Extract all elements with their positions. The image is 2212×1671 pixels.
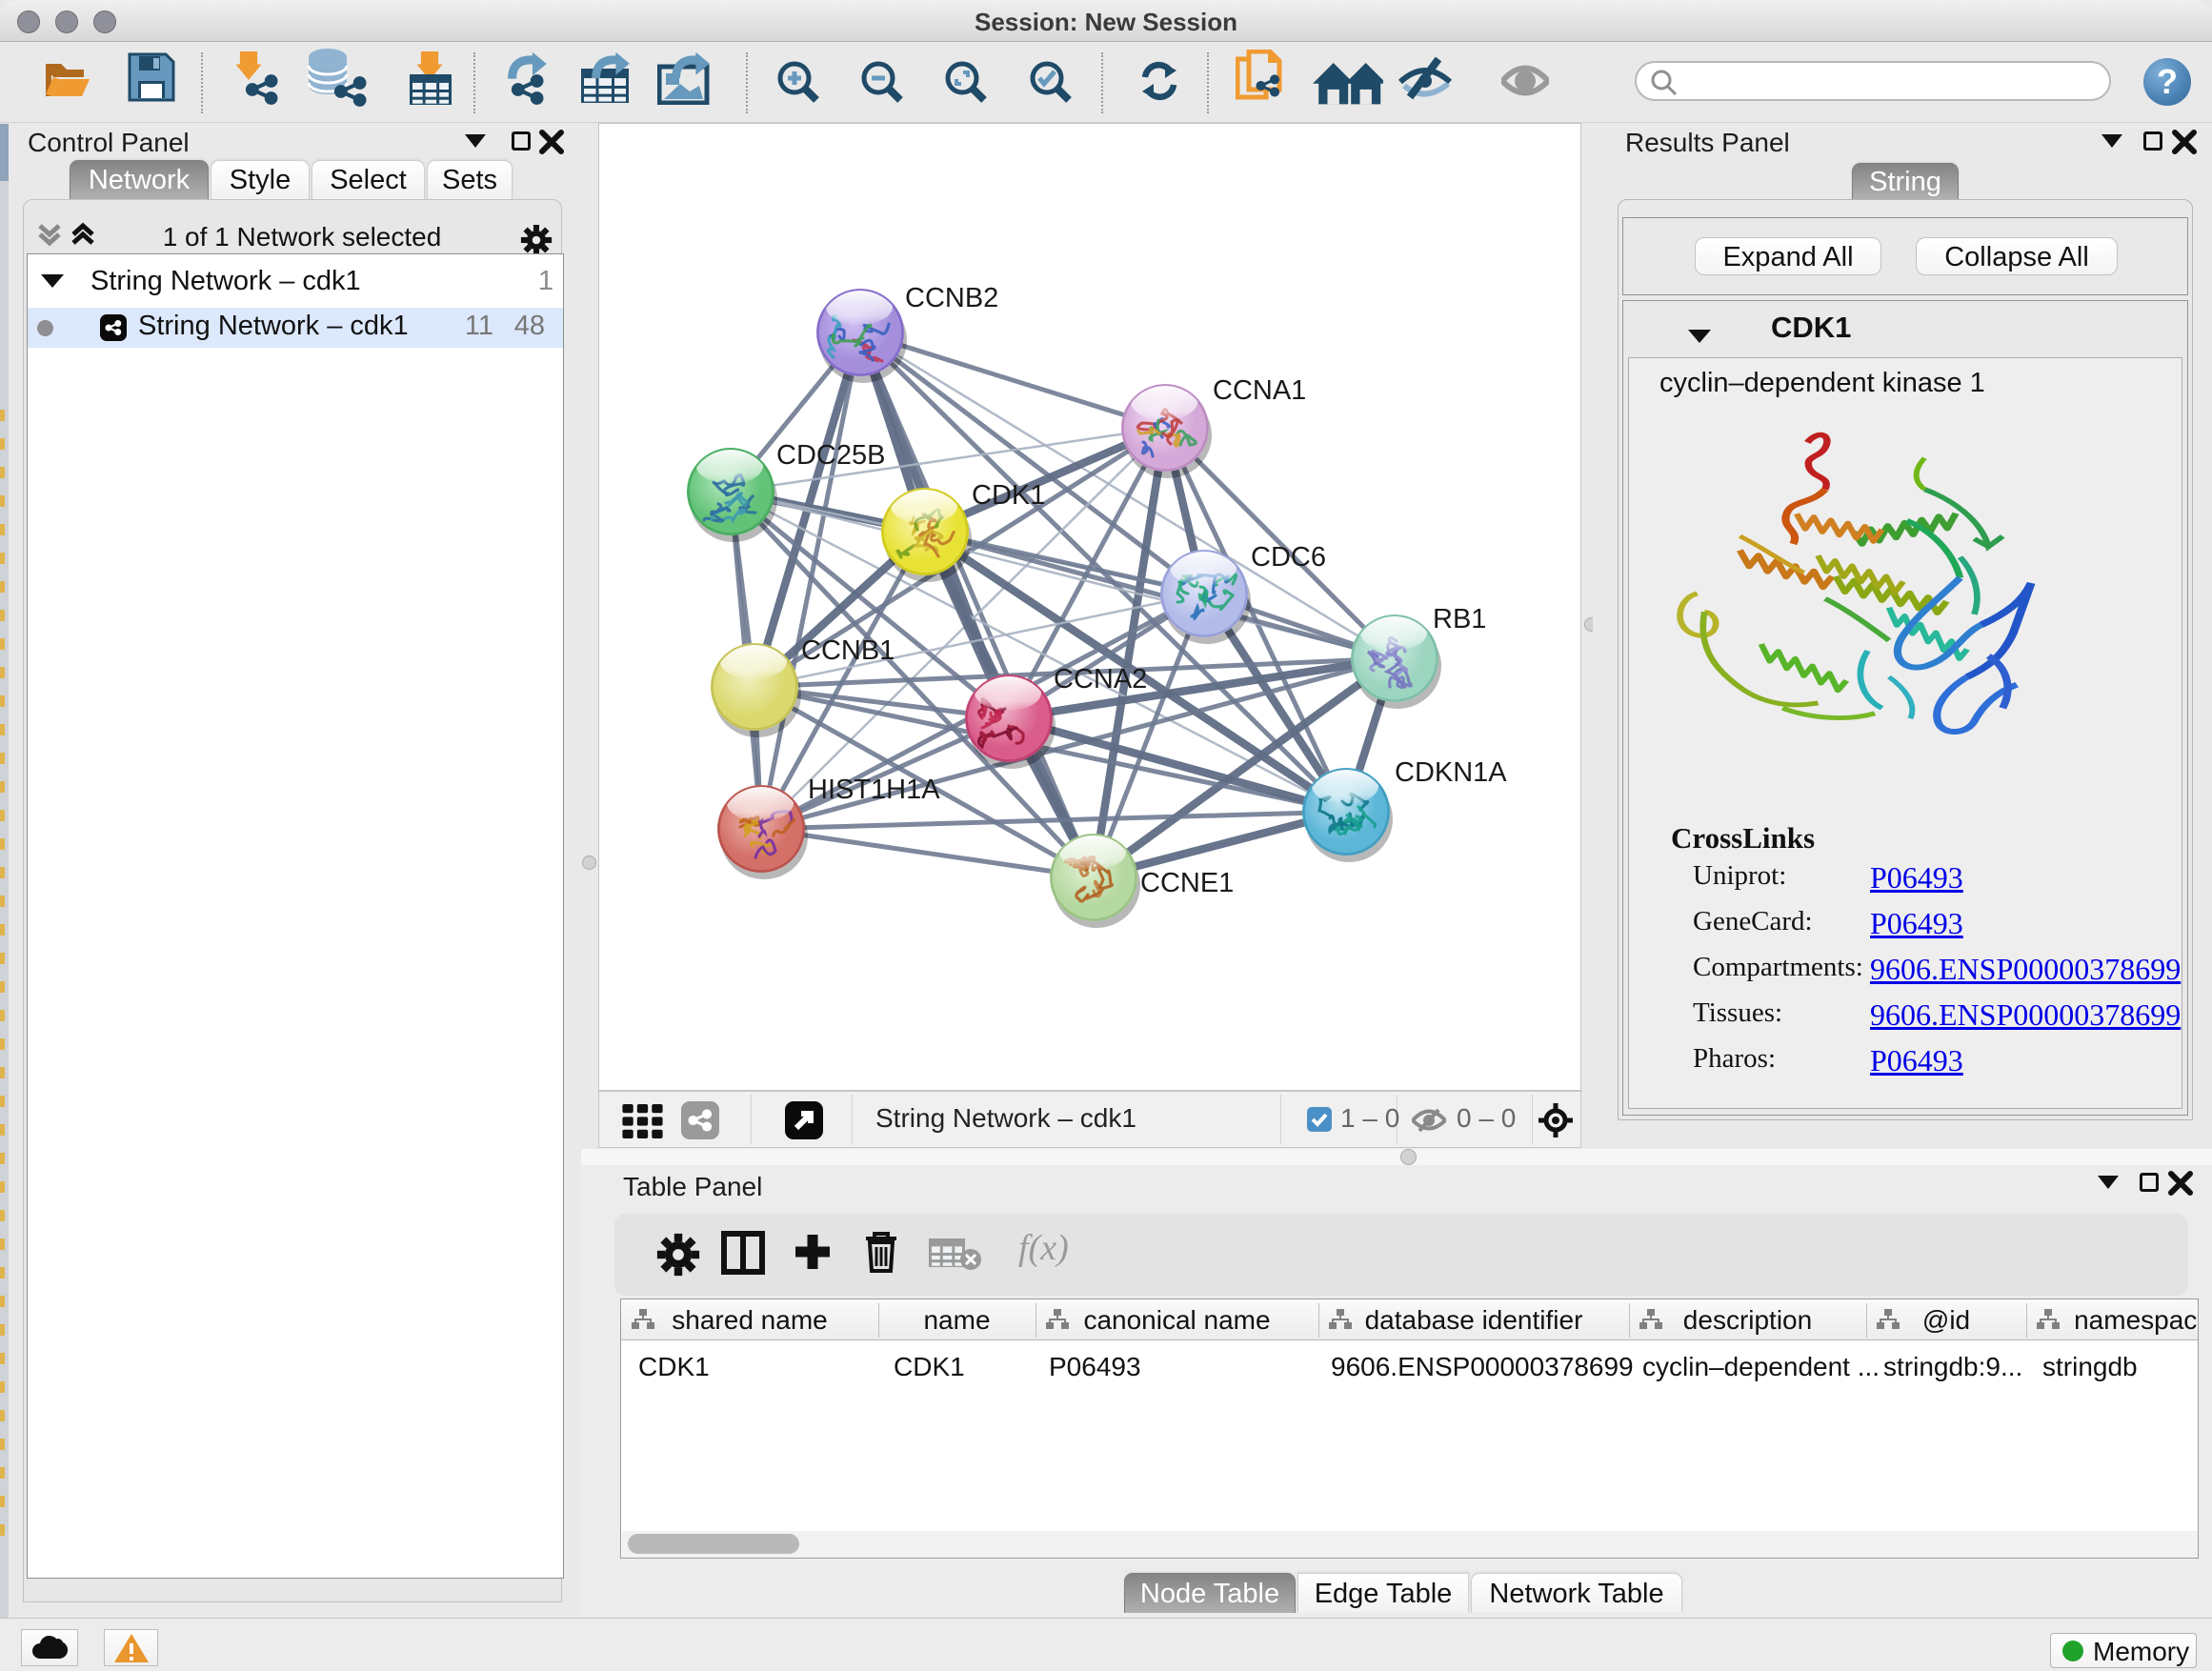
svg-text:CDKN1A: CDKN1A <box>1395 757 1507 788</box>
svg-text:HIST1H1A: HIST1H1A <box>808 775 940 805</box>
svg-text:CCNA1: CCNA1 <box>1213 375 1306 406</box>
svg-text:CDC25B: CDC25B <box>776 440 885 471</box>
svg-text:CCNB2: CCNB2 <box>905 283 998 313</box>
svg-text:CCNB1: CCNB1 <box>801 635 895 666</box>
svg-text:CCNE1: CCNE1 <box>1140 868 1234 898</box>
svg-text:CDK1: CDK1 <box>972 480 1045 511</box>
svg-text:CCNA2: CCNA2 <box>1054 664 1147 695</box>
svg-text:RB1: RB1 <box>1433 604 1486 634</box>
svg-text:CDC6: CDC6 <box>1251 542 1326 573</box>
